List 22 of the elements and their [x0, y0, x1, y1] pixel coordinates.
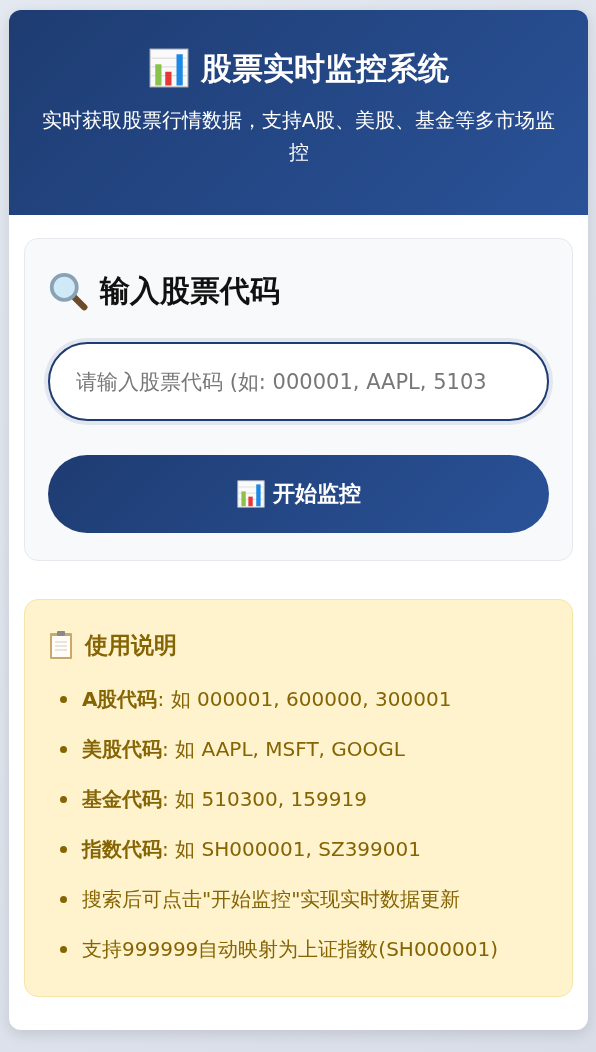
instruction-text: 指数代码: 如 SH000001, SZ399001 — [82, 835, 421, 863]
app-title: 股票实时监控系统 — [200, 49, 449, 88]
start-monitor-button[interactable]: 开始监控 — [48, 455, 549, 533]
bullet-icon — [60, 945, 67, 953]
stock-code-input[interactable]: 请输入股票代码 (如: 000001, AAPL, 5103 — [48, 342, 549, 421]
instruction-text: A股代码: 如 000001, 600000, 300001 — [82, 685, 452, 713]
bullet-icon — [60, 695, 67, 703]
section-heading: 使用说明 — [85, 631, 177, 660]
bar-chart-icon — [148, 48, 189, 88]
search-icon — [48, 271, 88, 311]
instruction-text: 搜索后可点击"开始监控"实现实时数据更新 — [82, 885, 461, 913]
instruction-text: 基金代码: 如 510300, 159919 — [82, 785, 367, 813]
instruction-text: 支持999999自动映射为上证指数(SH000001) — [82, 935, 499, 963]
section-heading: 输入股票代码 — [100, 272, 280, 310]
bullet-icon — [60, 845, 67, 853]
bar-chart-icon — [236, 480, 265, 508]
bullet-icon — [60, 745, 67, 753]
instruction-text: 美股代码: 如 AAPL, MSFT, GOOGL — [82, 735, 405, 763]
app-subtitle: 实时获取股票行情数据，支持A股、美股、基金等多市场监控 — [40, 107, 557, 166]
clipboard-icon — [49, 630, 73, 660]
bullet-icon — [60, 895, 67, 903]
bullet-icon — [60, 795, 67, 803]
